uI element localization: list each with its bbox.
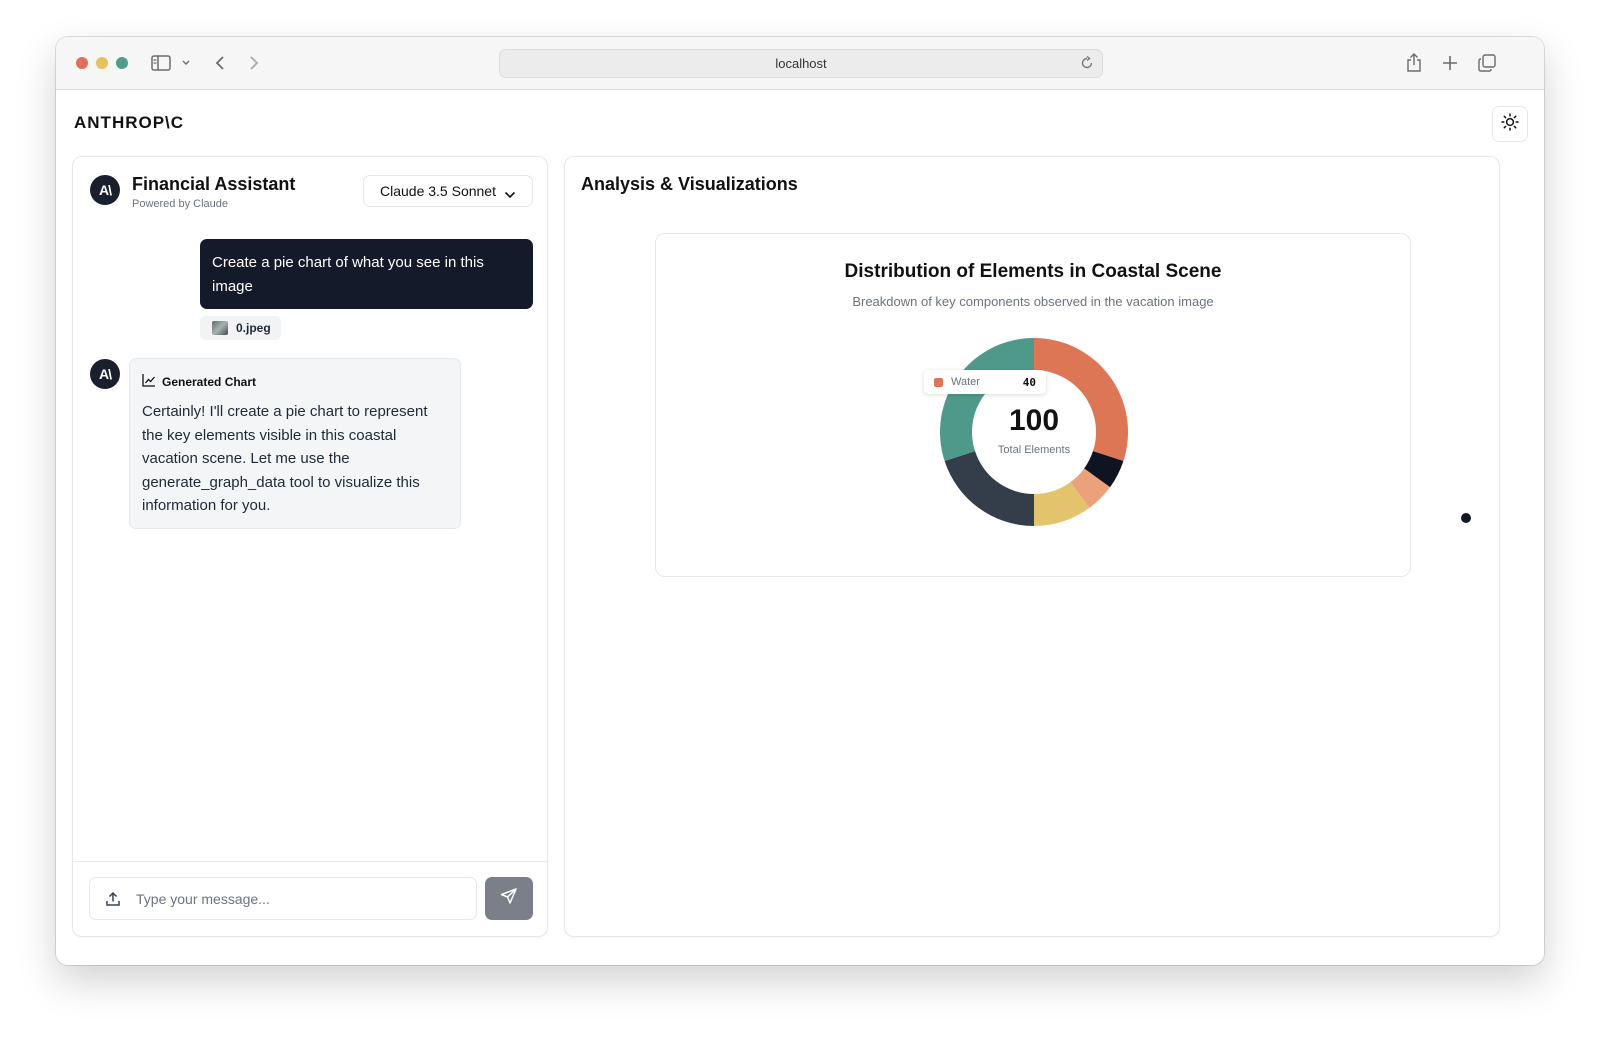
model-select[interactable]: Claude 3.5 Sonnet	[363, 175, 533, 207]
reload-icon[interactable]	[1080, 55, 1094, 73]
generated-chart-text: Generated Chart	[162, 374, 257, 389]
close-window-button[interactable]	[76, 57, 88, 69]
pie-slice-5[interactable]	[944, 451, 1034, 526]
chevron-down-icon[interactable]	[180, 51, 192, 75]
upload-icon[interactable]	[90, 891, 136, 907]
user-message: Create a pie chart of what you see in th…	[200, 239, 533, 309]
assistant-message-text: Certainly! I'll create a pie chart to re…	[142, 403, 428, 514]
tooltip-label: Water	[951, 376, 980, 388]
anthropic-logo: ANTHROP\C	[74, 113, 185, 132]
assistant-avatar: A\	[90, 175, 120, 205]
new-tab-icon[interactable]	[1440, 51, 1460, 75]
browser-window: localhost ANTHROP\C A\ Financial Assista…	[56, 37, 1544, 965]
model-select-value: Claude 3.5 Sonnet	[380, 183, 496, 199]
cursor-dot	[1461, 513, 1471, 523]
sidebar-toggle-icon[interactable]	[150, 51, 172, 75]
address-bar[interactable]: localhost	[499, 49, 1103, 78]
chart-center-total: 100	[1008, 404, 1060, 437]
attachment-filename: 0.jpeg	[236, 321, 271, 335]
forward-icon[interactable]	[246, 51, 262, 75]
tooltip-value: 40	[1022, 375, 1036, 389]
chart-card: Distribution of Elements in Coastal Scen…	[655, 233, 1411, 577]
attachment-chip[interactable]: 0.jpeg	[200, 316, 281, 340]
generated-chart-label: Generated Chart	[142, 373, 448, 390]
chat-title: Financial Assistant	[132, 174, 296, 194]
assistant-avatar: A\	[90, 359, 120, 389]
app-root: ANTHROP\C A\ Financial Assistant Powered…	[56, 90, 1544, 965]
send-button[interactable]	[485, 877, 533, 920]
tab-overview-icon[interactable]	[1476, 51, 1498, 75]
share-icon[interactable]	[1404, 51, 1424, 75]
back-icon[interactable]	[212, 51, 228, 75]
assistant-message: Generated Chart Certainly! I'll create a…	[129, 358, 461, 529]
minimize-window-button[interactable]	[96, 57, 108, 69]
tooltip-swatch	[934, 377, 943, 387]
visualization-title: Analysis & Visualizations	[581, 174, 798, 194]
pie-slice-water[interactable]	[1034, 338, 1128, 462]
chart-tooltip: Water 40	[924, 370, 1046, 394]
sun-icon	[1501, 112, 1519, 136]
image-thumbnail-icon	[212, 321, 228, 335]
chart-center-label: Total Elements	[997, 444, 1071, 456]
url-text: localhost	[775, 56, 827, 71]
chevron-down-icon	[504, 186, 516, 202]
chat-panel: A\ Financial Assistant Powered by Claude…	[72, 156, 548, 937]
pie-slice-6[interactable]	[940, 338, 1034, 462]
theme-toggle-button[interactable]	[1492, 106, 1528, 142]
message-composer	[89, 877, 477, 920]
chat-subtitle: Powered by Claude	[132, 198, 229, 210]
visualization-panel: Analysis & Visualizations Distribution o…	[564, 156, 1500, 937]
composer-divider	[73, 861, 547, 862]
line-chart-icon	[142, 373, 156, 390]
browser-toolbar: localhost	[56, 37, 1544, 90]
message-input[interactable]	[136, 890, 456, 907]
send-icon	[500, 887, 518, 910]
zoom-window-button[interactable]	[116, 57, 128, 69]
